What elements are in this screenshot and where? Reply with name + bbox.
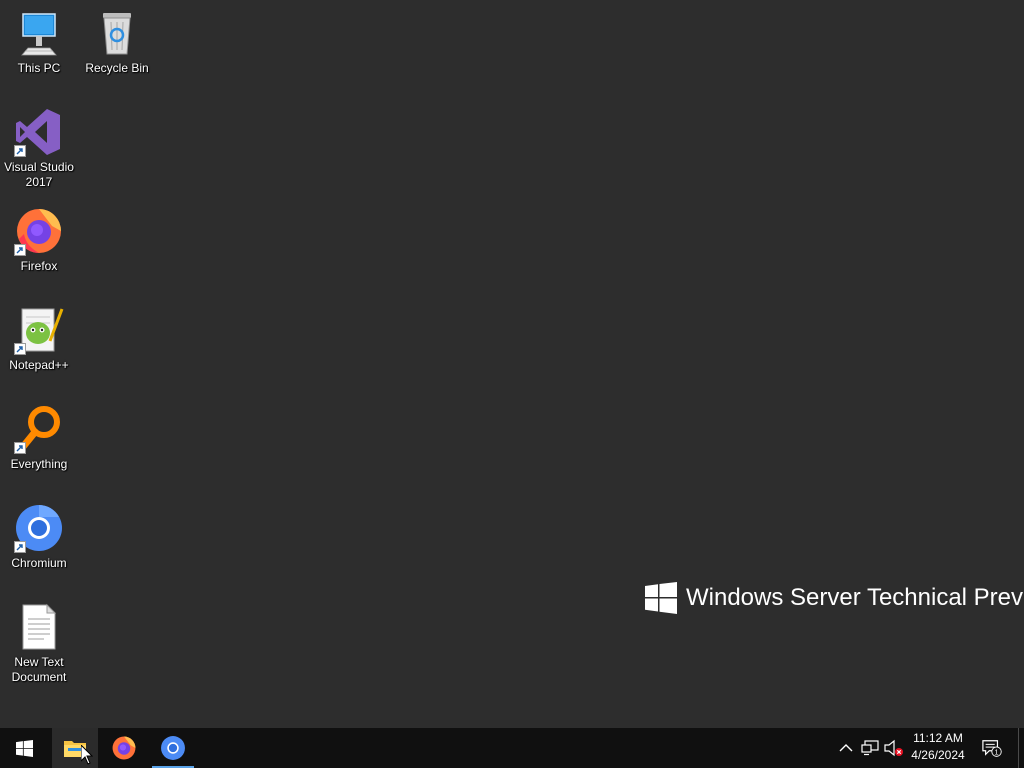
this-pc-icon bbox=[14, 8, 64, 58]
desktop-icon-label: Firefox bbox=[20, 259, 58, 273]
desktop-icon-label: New Text Document bbox=[11, 655, 67, 684]
taskbar-clock[interactable]: 11:12 AM 4/26/2024 bbox=[904, 730, 972, 764]
desktop-icon-label: Recycle Bin bbox=[85, 61, 149, 75]
shortcut-arrow-icon bbox=[14, 442, 26, 454]
shortcut-arrow-icon bbox=[14, 343, 26, 355]
desktop-icon-recycle-bin[interactable]: Recycle Bin bbox=[78, 8, 156, 76]
shortcut-arrow-icon bbox=[14, 541, 26, 553]
desktop[interactable]: This PC Recycle Bin Visual Studio 2017 F… bbox=[0, 0, 1024, 728]
everything-search-icon bbox=[14, 404, 64, 454]
desktop-icon-chromium[interactable]: Chromium bbox=[0, 503, 78, 571]
clock-date: 4/26/2024 bbox=[911, 748, 965, 762]
watermark-text: Windows Server Technical Preview bbox=[686, 584, 1024, 611]
text-document-icon bbox=[14, 602, 64, 652]
firefox-icon bbox=[14, 206, 64, 256]
network-icon bbox=[861, 740, 879, 756]
visual-studio-icon bbox=[14, 107, 64, 157]
windows-start-icon bbox=[15, 739, 33, 757]
desktop-icon-visual-studio[interactable]: Visual Studio 2017 bbox=[0, 107, 78, 190]
desktop-icon-label: Chromium bbox=[11, 556, 67, 570]
mouse-cursor-icon bbox=[81, 745, 93, 765]
start-button[interactable] bbox=[0, 728, 48, 768]
shortcut-arrow-icon bbox=[14, 244, 26, 256]
action-center-button[interactable]: 1 bbox=[982, 738, 1002, 758]
desktop-icon-label: Visual Studio 2017 bbox=[4, 160, 74, 189]
shortcut-arrow-icon bbox=[14, 145, 26, 157]
chromium-icon bbox=[14, 503, 64, 553]
show-desktop-button[interactable] bbox=[1018, 728, 1024, 768]
desktop-icon-label: Notepad++ bbox=[9, 358, 69, 372]
desktop-icon-this-pc[interactable]: This PC bbox=[0, 8, 78, 76]
notification-icon: 1 bbox=[982, 740, 1002, 757]
notepad-plus-plus-icon bbox=[14, 305, 64, 355]
windows-logo-icon bbox=[645, 582, 677, 614]
volume-tray-button[interactable] bbox=[884, 738, 904, 758]
desktop-icon-notepad-plus-plus[interactable]: Notepad++ bbox=[0, 305, 78, 373]
desktop-icon-new-text-document[interactable]: New Text Document bbox=[0, 602, 78, 685]
network-tray-button[interactable] bbox=[860, 738, 880, 758]
desktop-icon-label: This PC bbox=[17, 61, 61, 75]
firefox-icon bbox=[112, 736, 136, 760]
taskbar-chromium[interactable] bbox=[152, 728, 194, 768]
chromium-icon bbox=[161, 736, 185, 760]
volume-muted-icon bbox=[884, 739, 903, 757]
notification-count: 1 bbox=[995, 747, 999, 756]
chevron-up-icon bbox=[839, 744, 853, 752]
show-hidden-icons-button[interactable] bbox=[836, 738, 856, 758]
desktop-icon-firefox[interactable]: Firefox bbox=[0, 206, 78, 274]
clock-time: 11:12 AM bbox=[913, 731, 963, 745]
desktop-icon-everything[interactable]: Everything bbox=[0, 404, 78, 472]
taskbar-firefox[interactable] bbox=[102, 728, 146, 768]
taskbar: 11:12 AM 4/26/2024 1 bbox=[0, 728, 1024, 768]
desktop-icon-label: Everything bbox=[10, 457, 68, 471]
windows-watermark: Windows Server Technical Preview bbox=[645, 582, 1024, 614]
recycle-bin-icon bbox=[92, 8, 142, 58]
